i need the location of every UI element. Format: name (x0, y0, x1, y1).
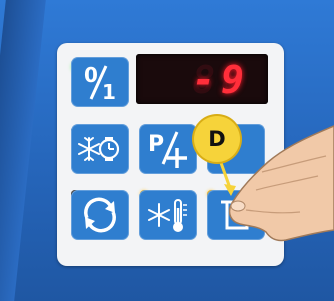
callout-badge: D (194, 116, 240, 162)
defrost-timer-icon (78, 137, 120, 161)
thermometer-button[interactable] (139, 190, 197, 240)
on-off-icon: 0 1 (84, 63, 116, 104)
thermometer-defrost-icon (148, 199, 187, 232)
svg-text:1: 1 (102, 80, 116, 104)
defrost-drip-icon (221, 200, 251, 230)
defrost-button[interactable] (207, 190, 265, 240)
program-add-button[interactable]: P (139, 124, 197, 174)
on-off-button[interactable]: 0 1 (71, 57, 129, 107)
svg-text:0: 0 (84, 63, 98, 87)
cycle-button[interactable] (71, 190, 129, 240)
defrost-timer-button[interactable] (71, 124, 129, 174)
temperature-display: 88 -9 (136, 54, 268, 104)
program-add-icon: P (148, 131, 187, 168)
svg-text:P: P (148, 132, 164, 157)
cycle-icon (84, 197, 116, 233)
display-readout: -9 (192, 58, 250, 102)
